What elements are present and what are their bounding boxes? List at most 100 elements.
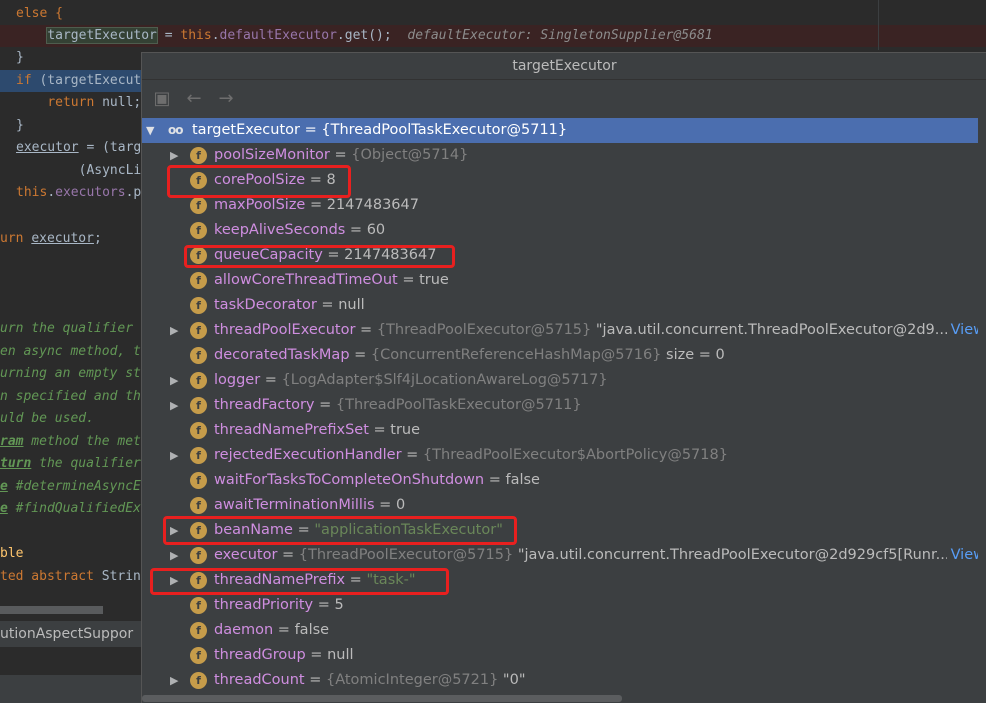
field-value: true xyxy=(419,272,449,288)
tree-row-thread-name-prefix-set[interactable]: f threadNamePrefixSet = true xyxy=(142,418,986,443)
code-line[interactable]: else { xyxy=(0,3,986,25)
editor-breadcrumb[interactable]: utionAspectSuppor xyxy=(0,621,141,647)
expand-arrow-icon[interactable]: ▶ xyxy=(170,543,182,568)
field-value: "applicationTaskExecutor" xyxy=(314,522,503,538)
root-label: targetExecutor = {ThreadPoolTaskExecutor… xyxy=(192,122,568,138)
tree-row-daemon[interactable]: f daemon = false xyxy=(142,618,986,643)
tree-root-row[interactable]: ▼ oo targetExecutor = {ThreadPoolTaskExe… xyxy=(142,118,986,143)
field-name: threadPoolExecutor xyxy=(214,322,356,338)
back-arrow-icon[interactable]: ← xyxy=(182,87,206,111)
expand-arrow-icon[interactable]: ▶ xyxy=(170,568,182,593)
tree-row-thread-factory[interactable]: ▶ f threadFactory = {ThreadPoolTaskExecuto… xyxy=(142,393,986,418)
tree-row-thread-priority[interactable]: f threadPriority = 5 xyxy=(142,593,986,618)
popup-horizontal-scrollbar[interactable] xyxy=(142,693,986,703)
expand-arrow-icon[interactable]: ▶ xyxy=(170,368,182,393)
code-token: defaultExecutor xyxy=(219,28,337,43)
tree-row-keep-alive-seconds[interactable]: f keepAliveSeconds = 60 xyxy=(142,218,986,243)
field-name: threadFactory xyxy=(214,397,315,413)
tree-row-decorated-task-map[interactable]: f decoratedTaskMap = {ConcurrentReference… xyxy=(142,343,986,368)
tree-row-task-decorator[interactable]: f taskDecorator = null xyxy=(142,293,986,318)
expand-arrow-icon[interactable]: ▶ xyxy=(170,318,182,343)
scroll-thumb[interactable] xyxy=(142,695,622,702)
field-text: awaitTerminationMillis = 0 xyxy=(214,497,406,513)
field-icon: f xyxy=(190,197,207,214)
field-value: true xyxy=(390,422,421,438)
tree-row-thread-pool-executor[interactable]: ▶ f threadPoolExecutor = {ThreadPoolExecut… xyxy=(142,318,986,343)
field-icon: f xyxy=(190,472,207,489)
field-value: {ThreadPoolExecutor$AbortPolicy@5718} xyxy=(422,447,728,463)
field-icon: f xyxy=(190,347,207,364)
tree-row-thread-count[interactable]: ▶ f threadCount = {AtomicInteger@5721} "0" xyxy=(142,668,986,693)
field-extra: size = 0 xyxy=(661,347,725,363)
tree-row-pool-size-monitor[interactable]: ▶ f poolSizeMonitor = {Object@5714} xyxy=(142,143,986,168)
field-name: threadNamePrefix xyxy=(214,572,346,588)
code-token: executor xyxy=(16,140,79,155)
field-name: threadCount xyxy=(214,672,305,688)
field-text: waitForTasksToCompleteOnShutdown = false xyxy=(214,472,540,488)
tree-row-thread-name-prefix[interactable]: ▶ f threadNamePrefix = "task-" xyxy=(142,568,986,593)
collapse-arrow-icon[interactable]: ▼ xyxy=(146,118,158,143)
field-icon: f xyxy=(190,447,207,464)
editor-horizontal-scrollbar[interactable] xyxy=(0,606,103,614)
tree-row-queue-capacity[interactable]: f queueCapacity = 2147483647 xyxy=(142,243,986,268)
field-name: awaitTerminationMillis xyxy=(214,497,375,513)
tree-toggle-icon[interactable]: ▣ xyxy=(150,87,174,111)
field-text: rejectedExecutionHandler = {ThreadPoolEx… xyxy=(214,447,728,463)
field-icon: f xyxy=(190,397,207,414)
tree-row-logger[interactable]: ▶ f logger = {LogAdapter$Slf4jLocationAwar… xyxy=(142,368,986,393)
field-name: taskDecorator xyxy=(214,297,317,313)
field-text: threadNamePrefix = "task-" xyxy=(214,572,416,588)
expand-arrow-icon[interactable]: ▶ xyxy=(170,668,182,693)
field-icon: f xyxy=(190,372,207,389)
forward-arrow-icon[interactable]: → xyxy=(214,87,238,111)
tree-row-thread-group[interactable]: f threadGroup = null xyxy=(142,643,986,668)
expand-arrow-icon[interactable]: ▶ xyxy=(170,518,182,543)
tree-row-core-pool-size[interactable]: f corePoolSize = 8 xyxy=(142,168,986,193)
field-name: keepAliveSeconds xyxy=(214,222,346,238)
field-value: {ThreadPoolExecutor@5715} xyxy=(376,322,592,338)
code-token: if xyxy=(16,73,32,88)
variable-tree[interactable]: ▼ oo targetExecutor = {ThreadPoolTaskExe… xyxy=(142,117,986,693)
popup-vertical-scrollbar[interactable] xyxy=(978,117,986,693)
field-value: 5 xyxy=(334,597,344,613)
tree-row-max-pool-size[interactable]: f maxPoolSize = 2147483647 xyxy=(142,193,986,218)
code-token: return xyxy=(47,95,95,110)
code-token: = xyxy=(156,28,181,43)
code-token: (targetExecut xyxy=(31,73,142,88)
field-text: daemon = false xyxy=(214,622,330,638)
tree-row-bean-name[interactable]: ▶ f beanName = "applicationTaskExecutor" xyxy=(142,518,986,543)
tree-row-rejected-execution-handler[interactable]: ▶ f rejectedExecutionHandler = {ThreadPool… xyxy=(142,443,986,468)
code-line[interactable]: targetExecutor = this.defaultExecutor.ge… xyxy=(0,25,986,47)
field-icon: f xyxy=(190,272,207,289)
field-name: corePoolSize xyxy=(214,172,306,188)
code-token: e xyxy=(0,501,8,516)
tree-row-wait-for-tasks-to-complete-on-shutdown[interactable]: f waitForTasksToCompleteOnShutdown = fals… xyxy=(142,468,986,493)
popup-toolbar: ▣ ← → xyxy=(142,81,986,117)
editor-bottom-bar xyxy=(0,675,141,703)
expand-arrow-icon[interactable]: ▶ xyxy=(170,143,182,168)
expand-arrow-icon[interactable]: ▶ xyxy=(170,393,182,418)
field-value: {LogAdapter$Slf4jLocationAwareLog@5717} xyxy=(281,372,608,388)
field-value: 60 xyxy=(366,222,386,238)
tree-row-executor[interactable]: ▶ f executor = {ThreadPoolExecutor@5715} "… xyxy=(142,543,986,568)
field-name: logger xyxy=(214,372,261,388)
watch-icon: oo xyxy=(168,123,183,137)
inspect-popup[interactable]: targetExecutor ▣ ← → ▼ oo targetExecutor… xyxy=(141,52,986,703)
field-value: {Object@5714} xyxy=(351,147,469,163)
field-icon: f xyxy=(190,247,207,264)
field-text: threadCount = {AtomicInteger@5721} "0" xyxy=(214,672,526,688)
field-icon: f xyxy=(190,572,207,589)
field-text: executor = {ThreadPoolExecutor@5715} "ja… xyxy=(214,547,950,563)
tree-row-await-termination-millis[interactable]: f awaitTerminationMillis = 0 xyxy=(142,493,986,518)
expand-arrow-icon[interactable]: ▶ xyxy=(170,443,182,468)
tree-row-allow-core-thread-time-out[interactable]: f allowCoreThreadTimeOut = true xyxy=(142,268,986,293)
field-name: threadNamePrefixSet xyxy=(214,422,369,438)
code-token: #determineAsyncE xyxy=(7,479,141,494)
field-value: 8 xyxy=(326,172,336,188)
field-icon: f xyxy=(190,672,207,689)
code-token: .p xyxy=(125,185,142,200)
code-token: this xyxy=(16,185,48,200)
field-icon: f xyxy=(190,522,207,539)
